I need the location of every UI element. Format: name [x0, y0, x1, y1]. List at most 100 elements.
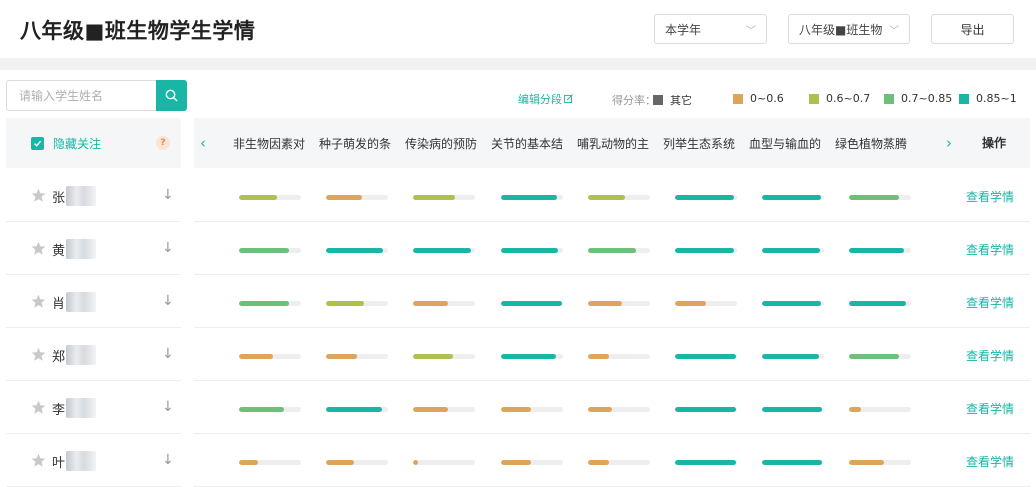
score-bar-fill [588, 460, 610, 465]
score-bar [762, 248, 824, 253]
score-bar [326, 407, 388, 412]
table-row: 查看学情 [194, 435, 1030, 487]
student-row-name: 黄 ↓ [6, 223, 181, 275]
arrow-down-icon[interactable]: ↓ [162, 452, 174, 468]
class-select[interactable]: 八年级■班生物 ﹀ [788, 14, 910, 44]
score-bar-fill [675, 354, 736, 359]
star-icon[interactable] [31, 294, 46, 309]
view-details-link[interactable]: 查看学情 [966, 400, 1014, 417]
score-bar-fill [849, 460, 884, 465]
score-bar [849, 407, 911, 412]
score-bar-fill [326, 248, 384, 253]
hide-followed-checkbox[interactable] [31, 136, 44, 150]
score-bar-fill [849, 195, 899, 200]
score-bar [675, 407, 737, 412]
view-details-link[interactable]: 查看学情 [966, 241, 1014, 258]
score-bar [849, 301, 911, 306]
edit-segments-link[interactable]: 编辑分段 [518, 91, 573, 107]
operation-header: 操作 [982, 136, 1007, 150]
column-header: 绿色植物蒸腾 [835, 137, 908, 151]
score-bar-fill [588, 354, 610, 359]
score-bar [413, 195, 475, 200]
score-bar [762, 460, 824, 465]
score-bar [239, 460, 301, 465]
student-row-name: 叶 ↓ [6, 435, 181, 487]
arrow-down-icon[interactable]: ↓ [162, 399, 174, 415]
student-row-name: 李 ↓ [6, 382, 181, 434]
view-details-link[interactable]: 查看学情 [966, 453, 1014, 470]
score-bar-fill [849, 301, 907, 306]
column-header: 非生物因素对 [233, 137, 306, 151]
student-name: 张 [52, 191, 66, 206]
arrow-down-icon[interactable]: ↓ [162, 293, 174, 309]
score-bar [326, 301, 388, 306]
score-bar [239, 407, 301, 412]
table-row: 查看学情 [194, 170, 1030, 222]
score-bar [762, 301, 824, 306]
score-bar-fill [762, 195, 821, 200]
score-bar [501, 407, 563, 412]
score-bar [326, 195, 388, 200]
student-name: 叶 [52, 456, 66, 471]
search-icon [165, 89, 178, 102]
score-bar-fill [413, 354, 454, 359]
score-bar-fill [762, 301, 821, 306]
score-bar-fill [239, 195, 278, 200]
score-bar [326, 460, 388, 465]
column-header: 列举生态系统 [663, 137, 736, 151]
arrow-down-icon[interactable]: ↓ [162, 346, 174, 362]
scroll-left-icon[interactable]: ‹ [200, 134, 206, 152]
hide-followed-label: 隐藏关注 [53, 136, 102, 151]
score-bar [675, 354, 737, 359]
score-bar-fill [413, 460, 418, 465]
export-button[interactable]: 导出 [931, 14, 1014, 44]
score-bar [588, 460, 650, 465]
score-bar-fill [239, 407, 284, 412]
view-details-link[interactable]: 查看学情 [966, 347, 1014, 364]
score-bar-fill [239, 460, 258, 465]
view-details-link[interactable]: 查看学情 [966, 294, 1014, 311]
search-input[interactable] [6, 80, 157, 111]
table-row: 查看学情 [194, 382, 1030, 434]
year-select[interactable]: 本学年 ﹀ [654, 14, 767, 44]
score-bar [413, 460, 475, 465]
section-divider [0, 58, 1036, 70]
name-redaction [66, 345, 96, 365]
score-bar [849, 354, 911, 359]
legend-item-0.6-0.7: 0.6~0.7 [809, 92, 870, 105]
score-bar [675, 301, 737, 306]
star-icon[interactable] [31, 241, 46, 256]
legend-swatch [733, 93, 743, 104]
arrow-down-icon[interactable]: ↓ [162, 240, 174, 256]
arrow-down-icon[interactable]: ↓ [162, 187, 174, 203]
view-details-link[interactable]: 查看学情 [966, 188, 1014, 205]
year-select-value: 本学年 [665, 22, 702, 37]
search-button[interactable] [156, 80, 187, 111]
score-bar-fill [326, 354, 357, 359]
star-icon[interactable] [31, 347, 46, 362]
star-icon[interactable] [31, 400, 46, 415]
name-redaction [66, 186, 96, 206]
help-icon[interactable]: ? [156, 136, 170, 150]
score-bar [762, 354, 824, 359]
star-icon[interactable] [31, 453, 46, 468]
score-bar-fill [501, 301, 562, 306]
hide-followed-filter[interactable]: 隐藏关注 ? [6, 118, 181, 168]
score-bar-fill [501, 460, 531, 465]
score-bar [588, 407, 650, 412]
score-bar [501, 460, 563, 465]
score-bar-fill [588, 407, 612, 412]
score-bar [413, 354, 475, 359]
scroll-right-icon[interactable]: › [946, 134, 952, 152]
class-select-value: 八年级■班生物 [799, 22, 883, 37]
score-bar-fill [326, 195, 362, 200]
score-bar-fill [501, 407, 531, 412]
score-bar [413, 301, 475, 306]
score-bar [239, 248, 301, 253]
column-header: 种子萌发的条 [319, 137, 392, 151]
column-header: 血型与输血的 [749, 137, 822, 151]
legend-swatch [959, 93, 969, 104]
score-bar-fill [675, 301, 706, 306]
star-icon[interactable] [31, 188, 46, 203]
score-bar [588, 195, 650, 200]
